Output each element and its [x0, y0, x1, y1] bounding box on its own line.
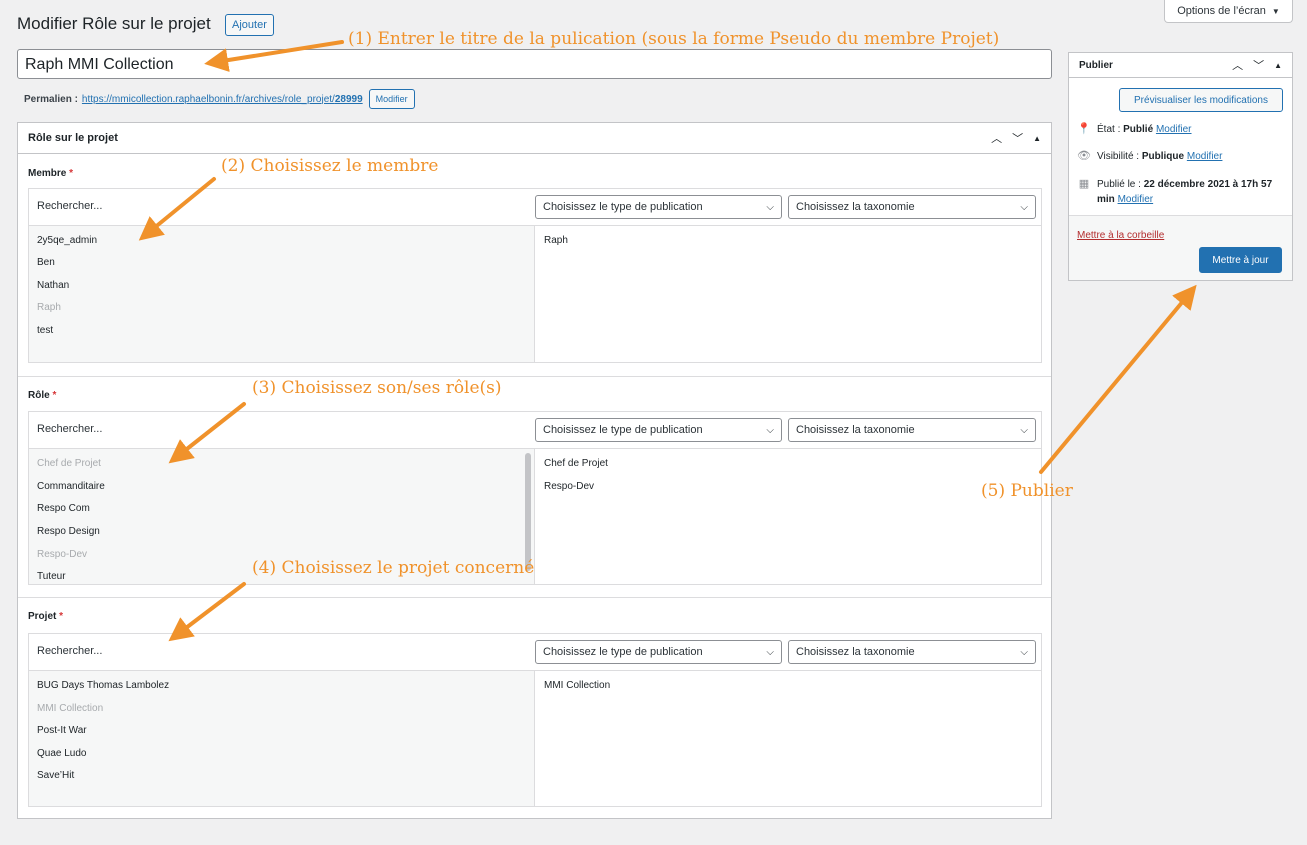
choice-item[interactable]: Save’Hit [37, 770, 74, 781]
field-membre: Membre * Rechercher... Choisissez le typ… [18, 155, 1051, 375]
page-title: Modifier Rôle sur le projet [17, 14, 211, 33]
search-input[interactable]: Rechercher... [37, 200, 102, 212]
chevron-down-icon: ⌵ [1020, 646, 1028, 658]
post-date: ▦ Publié le : 22 décembre 2021 à 17h 57 … [1078, 178, 1273, 205]
values-list: Raph [536, 226, 1041, 362]
move-up-icon[interactable]: ︿ [991, 130, 1002, 146]
relationship-membre: Rechercher... Choisissez le type de publ… [28, 188, 1042, 363]
permalink-url-base: https://mmicollection.raphaelbonin.fr/ar… [81, 93, 335, 105]
values-list: Chef de Projet Respo-Dev [536, 449, 1041, 584]
taxonomy-select[interactable]: Choisissez la taxonomie ⌵ [788, 418, 1036, 442]
permalink-slug: 28999 [334, 93, 363, 105]
choice-item-selected: Raph [37, 302, 61, 313]
values-list: MMI Collection [536, 671, 1041, 806]
choice-item[interactable]: Respo Design [37, 526, 100, 537]
field-label-role: Rôle * [28, 390, 57, 401]
triangle-down-icon: ▼ [1271, 6, 1280, 16]
permalink-label: Permalien : [24, 93, 78, 105]
post-type-select[interactable]: Choisissez le type de publication ⌵ [535, 640, 782, 664]
choice-item-selected: Chef de Projet [37, 458, 101, 469]
taxonomy-select[interactable]: Choisissez la taxonomie ⌵ [788, 640, 1036, 664]
annotation-4: (4) Choisissez le projet concerné [252, 558, 535, 578]
annotation-2: (2) Choisissez le membre [221, 156, 439, 176]
arrow-5 [1039, 284, 1197, 474]
value-item[interactable]: Chef de Projet [544, 458, 608, 469]
choices-list: 2y5qe_admin Ben Nathan Raph test [29, 226, 535, 362]
choice-item-selected: MMI Collection [37, 703, 104, 714]
metabox-header: Rôle sur le projet ︿ ﹀ ▲ [18, 123, 1051, 154]
choice-item[interactable]: test [37, 325, 53, 336]
permalink-edit-button[interactable]: Modifier [368, 89, 415, 109]
choice-item[interactable]: Nathan [37, 280, 69, 291]
metabox-title: Rôle sur le projet [28, 132, 118, 144]
annotation-5: (5) Publier [981, 481, 1073, 501]
choice-item[interactable]: BUG Days Thomas Lambolez [37, 680, 169, 691]
preview-changes-button[interactable]: Prévisualiser les modifications [1119, 88, 1283, 112]
edit-visibility-link[interactable]: Modifier [1187, 151, 1223, 162]
search-input[interactable]: Rechercher... [37, 645, 102, 657]
permalink: Permalien : https://mmicollection.raphae… [24, 89, 415, 109]
taxonomy-select[interactable]: Choisissez la taxonomie ⌵ [788, 195, 1036, 219]
eye-icon: 👁 [1077, 150, 1091, 162]
publish-actions: Mettre à la corbeille Mettre à jour [1069, 215, 1292, 280]
value-item[interactable]: Raph [544, 235, 568, 246]
post-title-input[interactable]: Raph MMI Collection [17, 49, 1052, 79]
edit-status-link[interactable]: Modifier [1156, 124, 1192, 135]
field-label-membre: Membre * [28, 168, 74, 179]
chevron-down-icon: ⌵ [1020, 424, 1028, 436]
toggle-panel-icon[interactable]: ▲ [1274, 61, 1282, 70]
value-item[interactable]: MMI Collection [544, 680, 610, 691]
choice-item[interactable]: Tuteur [37, 571, 66, 582]
post-status: 📍 État : Publié Modifier [1077, 123, 1192, 135]
field-projet: Projet * Rechercher... Choisissez le typ… [18, 597, 1051, 818]
toggle-panel-icon[interactable]: ▲ [1033, 134, 1041, 143]
publish-title: Publier [1079, 59, 1113, 71]
post-visibility: 👁 Visibilité : Publique Modifier [1077, 150, 1223, 162]
screen-options-label: Options de l’écran [1177, 5, 1266, 17]
choice-item[interactable]: Post-It War [37, 725, 87, 736]
relationship-role: Rechercher... Choisissez le type de publ… [28, 411, 1042, 585]
annotation-1: (1) Entrer le titre de la pulication (so… [348, 29, 1000, 49]
chevron-down-icon: ⌵ [766, 424, 774, 436]
search-input[interactable]: Rechercher... [37, 423, 102, 435]
add-new-button[interactable]: Ajouter [225, 14, 274, 36]
role-metabox: Rôle sur le projet ︿ ﹀ ▲ Membre * Recher… [17, 122, 1052, 819]
move-down-icon[interactable]: ﹀ [1012, 130, 1023, 146]
publish-header: Publier ︿ ﹀ ▲ [1069, 53, 1292, 78]
permalink-link[interactable]: https://mmicollection.raphaelbonin.fr/ar… [82, 94, 363, 105]
screen-options-button[interactable]: Options de l’écran ▼ [1164, 0, 1293, 23]
chevron-down-icon: ⌵ [1020, 201, 1028, 213]
field-role: Rôle * Rechercher... Choisissez le type … [18, 376, 1051, 597]
choice-item-selected: Respo-Dev [37, 549, 88, 560]
calendar-icon: ▦ [1078, 178, 1090, 190]
publish-metabox: Publier ︿ ﹀ ▲ Prévisualiser les modifica… [1068, 52, 1293, 281]
choice-item[interactable]: Quae Ludo [37, 748, 87, 759]
pin-icon: 📍 [1077, 123, 1091, 135]
chevron-down-icon: ⌵ [766, 201, 774, 213]
value-item[interactable]: Respo-Dev [544, 481, 594, 492]
relationship-projet: Rechercher... Choisissez le type de publ… [28, 633, 1042, 807]
post-type-select[interactable]: Choisissez le type de publication ⌵ [535, 418, 782, 442]
scrollbar[interactable] [525, 453, 531, 571]
annotation-3: (3) Choisissez son/ses rôle(s) [252, 378, 502, 398]
field-label-projet: Projet * [28, 611, 64, 622]
move-up-icon[interactable]: ︿ [1232, 57, 1243, 73]
choices-list: BUG Days Thomas Lambolez MMI Collection … [29, 671, 535, 806]
post-type-select[interactable]: Choisissez le type de publication ⌵ [535, 195, 782, 219]
chevron-down-icon: ⌵ [766, 646, 774, 658]
choice-item[interactable]: Commanditaire [37, 481, 105, 492]
choice-item[interactable]: 2y5qe_admin [37, 235, 97, 246]
move-to-trash-link[interactable]: Mettre à la corbeille [1077, 230, 1164, 241]
choice-item[interactable]: Ben [37, 257, 55, 268]
edit-date-link[interactable]: Modifier [1118, 194, 1154, 205]
move-down-icon[interactable]: ﹀ [1253, 57, 1264, 73]
choice-item[interactable]: Respo Com [37, 503, 90, 514]
update-button[interactable]: Mettre à jour [1199, 247, 1282, 273]
